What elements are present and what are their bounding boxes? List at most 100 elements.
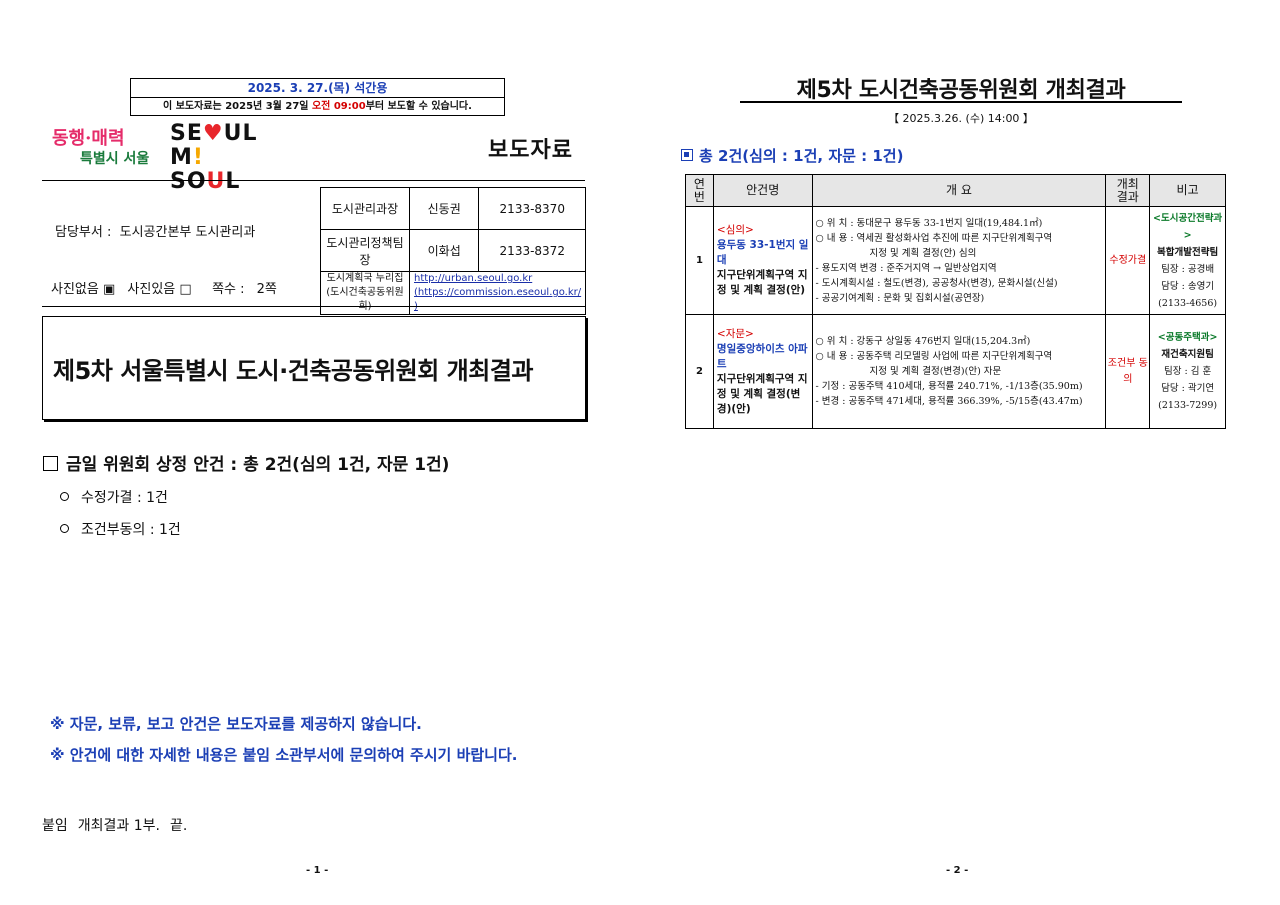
result-cell: 조건부 동의 [1105,314,1151,429]
team: 복합개발전략팀 [1157,246,1219,258]
slogan-logo-line1: 동행·매력 [52,128,125,149]
overview-line: 지정 및 계획 결정(안) 심의 [869,247,977,259]
agenda-category: <자문> [716,327,754,340]
slogan-logo: 동행·매력 특별시 서울 [52,124,152,170]
results-table: 연번 안건명 개 요 개최 결과 비고 1 <심의> 용두동 33-1번지 일대 … [685,174,1226,429]
overview-cell: ○ 위 치 : 강동구 상일동 476번지 일대(15,204.3㎡) ○ 내 … [811,314,1107,429]
pages-value: 2쪽 [256,282,277,297]
seoul-logo-line2: M! SOUL [170,145,241,194]
press-release-label: 보도자료 [488,138,573,163]
commission-site-link[interactable]: (https://commission.eseoul.go.kr/ ) [414,286,581,314]
department-line: 담당부서 : 도시공간본부 도시관리과 [55,221,255,240]
col-header-name: 안건명 [712,174,813,207]
embargo-note-pre: 이 보도자료는 2025년 3월 27일 [163,101,312,112]
slogan-logo-line2: 특별시 서울 [80,151,150,167]
embargo-date: 2025. 3. 27.(목) 석간용 [131,79,504,98]
contact-phone: 2133-8372 [478,229,587,272]
remarks-cell: <공동주택과> 재건축지원팀 팀장 : 김 훈 담당 : 곽기연 (2133-7… [1149,314,1226,429]
bullet-circle-icon [60,492,69,501]
meeting-date: 【 2025.3.26. (수) 14:00 】 [888,112,1034,125]
divider [42,306,585,307]
overview-line: 지정 및 계획 결정(변경)(안) 자문 [869,366,1002,377]
overview-line: - 기정 : 공동주택 410세대, 용적률 240.71%, -1/13층(3… [815,381,1083,392]
seoul-logo-line1: SE♥UL [170,121,258,146]
links-row: 도시계획국 누리집 (도시건축공동위원회) http://urban.seoul.… [320,271,587,315]
row-number: 2 [685,314,714,429]
filled-square-icon [681,149,693,161]
overview-line: - 변경 : 공동주택 471세대, 용적률 366.39%, -5/15층(4… [815,396,1083,407]
links-label: 도시계획국 누리집 (도시건축공동위원회) [320,271,410,315]
seoul-my-soul-logo: SE♥UL M! SOUL [170,121,260,194]
embargo-note-post: 부터 보도할 수 있습니다. [365,101,472,112]
contact-title: 도시관리정책팀장 [320,229,410,272]
summary-text: 총 2건(심의 : 1건, 자문 : 1건) [699,147,904,165]
department-label: 담당부서 : [55,225,112,240]
overview-line: - 용도지역 변경 : 준주거지역 → 일반상업지역 [815,262,997,274]
overview-line: ○ 위 치 : 동대문구 용두동 33-1번지 일대(19,484.1㎡) [815,217,1043,229]
table-row: 1 <심의> 용두동 33-1번지 일대 지구단위계획구역 지정 및 계획 결정… [685,206,1226,315]
phone: (2133-7299) [1158,400,1218,411]
overview-line: ○ 위 치 : 강동구 상일동 476번지 일대(15,204.3㎡) [815,336,1031,347]
logo-area: 동행·매력 특별시 서울 SE♥UL M! SOUL [52,121,260,194]
headline: 제5차 서울특별시 도시·건축공동위원회 개최결과 [53,357,533,385]
no-photo-check: 사진없음 ▣ [51,282,116,297]
agenda-name-cell: <심의> 용두동 33-1번지 일대 지구단위계획구역 지정 및 계획 결정(안… [712,206,813,315]
staff: 담당 : 송영기 [1161,280,1215,292]
links-label-line2: (도시건축공동위원회) [326,287,404,312]
col-header-desc: 개 요 [811,174,1107,207]
agenda-category: <심의> [716,224,754,236]
agenda-item-text: 수정가결 : 1건 [81,490,168,506]
agenda-item-text: 조건부동의 : 1건 [81,522,181,538]
col-header-note: 비고 [1149,174,1226,207]
contact-row: 도시관리정책팀장 이화섭 2133-8372 [320,229,587,272]
agenda-title-text: 금일 위원회 상정 안건 : 총 2건(심의 1건, 자문 1건) [66,455,450,475]
attachment-line: 붙임 개최결과 1부. 끝. [42,815,197,835]
agenda-name-cell: <자문> 명일중앙하이츠 아파트 지구단위계획구역 지정 및 계획 결정(변경)… [712,314,813,429]
urban-site-link[interactable]: http://urban.seoul.go.kr [414,272,581,286]
col-header-no: 연번 [685,174,714,207]
page-number: - 2 - [946,865,969,876]
links-urls: http://urban.seoul.go.kr (https://commiss… [408,271,587,315]
embargo-note: 이 보도자료는 2025년 3월 27일 오전 09:00부터 보도할 수 있습… [131,98,504,115]
links-label-line1: 도시계획국 누리집 [326,273,404,284]
table-header-row: 연번 안건명 개 요 개최 결과 비고 [685,174,1226,207]
team-leader: 팀장 : 공경배 [1161,263,1215,275]
with-photo-check: 사진있음 □ [127,282,192,297]
remarks-cell: <도시공간전략과> 복합개발전략팀 팀장 : 공경배 담당 : 송영기 (213… [1149,206,1226,315]
team-leader: 팀장 : 김 훈 [1163,366,1212,377]
staff: 담당 : 곽기연 [1161,383,1215,394]
department: <도시공간전략과> [1153,212,1223,241]
overview-line: - 도시계획시설 : 철도(변경), 공공청사(변경), 문화시설(신설) [815,277,1058,289]
phone: (2133-4656) [1158,297,1218,309]
pages-label: 쪽수 : [212,282,245,297]
attachment-text: 개최결과 1부. [77,818,160,834]
agenda-title: 금일 위원회 상정 안건 : 총 2건(심의 1건, 자문 1건) [43,450,449,475]
page-number: - 1 - [306,865,329,876]
title-underline [740,101,1182,103]
headline-box: 제5차 서울특별시 도시·건축공동위원회 개최결과 [42,316,586,420]
divider [42,180,585,181]
overview-cell: ○ 위 치 : 동대문구 용두동 33-1번지 일대(19,484.1㎡) ○ … [811,206,1107,315]
contact-name: 신동권 [408,187,480,230]
agenda-location: 명일중앙하이츠 아파트 [716,342,808,370]
overview-line: - 공공기여계획 : 문화 및 집회시설(공연장) [815,292,985,304]
agenda-name: 지구단위계획구역 지정 및 계획 결정(안) [716,269,808,296]
attachment-end: 끝. [169,818,188,834]
notice: ※ 자문, 보류, 보고 안건은 보도자료를 제공하지 않습니다. [50,715,422,733]
contact-table: 도시관리과장 신동권 2133-8370 도시관리정책팀장 이화섭 2133-8… [320,187,587,315]
col-header-result: 개최 결과 [1105,174,1151,207]
department-value: 도시공간본부 도시관리과 [119,225,256,240]
photo-line: 사진없음 ▣ 사진있음 □ 쪽수 : 2쪽 [51,278,285,297]
contact-title: 도시관리과장 [320,187,410,230]
embargo-note-time: 오전 09:00 [311,101,366,112]
notice: ※ 안건에 대한 자세한 내용은 붙임 소관부서에 문의하여 주시기 바랍니다. [50,746,518,764]
agenda-location: 용두동 33-1번지 일대 [716,239,809,266]
embargo-box: 2025. 3. 27.(목) 석간용 이 보도자료는 2025년 3월 27일… [130,78,505,116]
contact-name: 이화섭 [408,229,480,272]
results-title: 제5차 도시건축공동위원회 개최결과 [796,78,1126,103]
contact-row: 도시관리과장 신동권 2133-8370 [320,187,587,230]
row-number: 1 [685,206,714,315]
result-cell: 수정가결 [1105,206,1151,315]
overview-line: ○ 내 용 : 공동주택 리모델링 사업에 따른 지구단위계획구역 [815,351,1053,362]
summary-line: 총 2건(심의 : 1건, 자문 : 1건) [681,145,903,166]
